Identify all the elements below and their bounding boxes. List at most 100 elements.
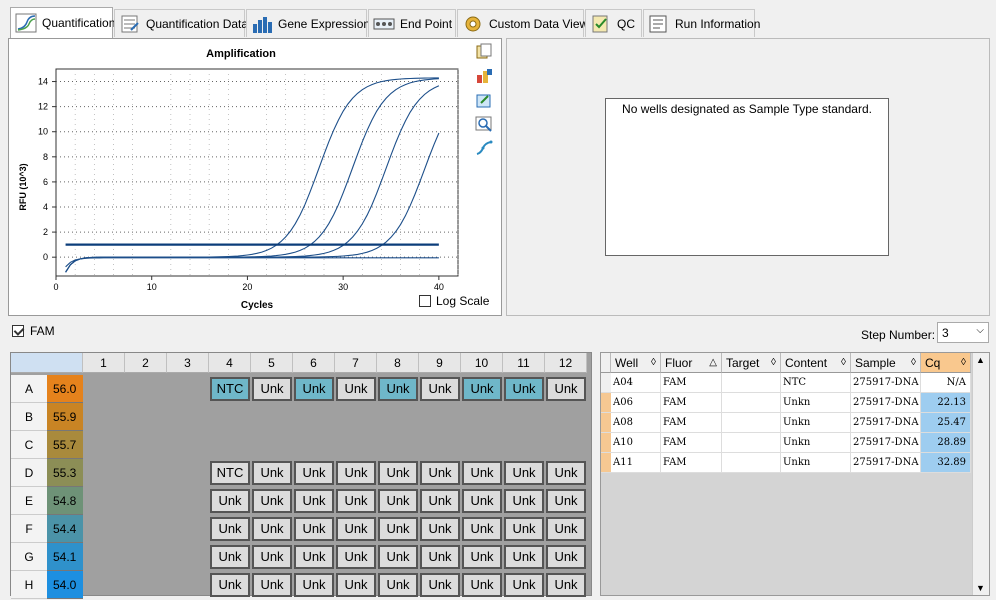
tab-quantification-data[interactable]: Quantification Data	[114, 9, 248, 37]
cell-sample[interactable]: 275917-DNA	[851, 373, 921, 393]
cell-content[interactable]: NTC	[781, 373, 851, 393]
plate-row-header[interactable]: B	[11, 403, 47, 431]
plate-well-D4[interactable]: NTC	[210, 461, 250, 485]
cell-cq[interactable]: 28.89	[921, 433, 971, 453]
plate-well-F5[interactable]: Unk	[252, 517, 292, 541]
plate-well-E4[interactable]: Unk	[210, 489, 250, 513]
cell-well[interactable]: A11	[611, 453, 661, 473]
plate-well-A5[interactable]: Unk	[252, 377, 292, 401]
column-header-content[interactable]: Content ◊	[781, 353, 851, 373]
plate-well-F7[interactable]: Unk	[336, 517, 376, 541]
plate-well-H7[interactable]: Unk	[336, 573, 376, 597]
plate-well-E10[interactable]: Unk	[462, 489, 502, 513]
cell-sample[interactable]: 275917-DNA	[851, 433, 921, 453]
plate-well-G8[interactable]: Unk	[378, 545, 418, 569]
copy-icon[interactable]	[475, 43, 495, 67]
plate-well-H4[interactable]: Unk	[210, 573, 250, 597]
plate-well-A6[interactable]: Unk	[294, 377, 334, 401]
plate-well-H8[interactable]: Unk	[378, 573, 418, 597]
column-header-sample[interactable]: Sample ◊	[851, 353, 921, 373]
row-selector[interactable]	[601, 393, 611, 413]
plate-well-G4[interactable]: Unk	[210, 545, 250, 569]
tab-run-information[interactable]: Run Information	[643, 9, 760, 37]
cell-fluor[interactable]: FAM	[661, 453, 722, 473]
plate-well-G11[interactable]: Unk	[504, 545, 544, 569]
cell-target[interactable]	[722, 453, 781, 473]
log-scale-toggle[interactable]: Log Scale	[419, 294, 489, 308]
plate-row-header[interactable]: A	[11, 375, 47, 403]
plate-well-H9[interactable]: Unk	[420, 573, 460, 597]
plate-well-F11[interactable]: Unk	[504, 517, 544, 541]
export-icon[interactable]	[475, 91, 495, 115]
plate-corner[interactable]	[11, 353, 83, 373]
plate-column-header[interactable]: 10	[461, 353, 503, 373]
sort-icon[interactable]: ◊	[961, 353, 966, 373]
plate-well-G7[interactable]: Unk	[336, 545, 376, 569]
sort-icon[interactable]: ◊	[651, 353, 656, 373]
plate-well-F6[interactable]: Unk	[294, 517, 334, 541]
plate-column-header[interactable]: 12	[545, 353, 587, 373]
plate-well-G6[interactable]: Unk	[294, 545, 334, 569]
plate-well-D6[interactable]: Unk	[294, 461, 334, 485]
column-header-well[interactable]: Well ◊	[611, 353, 661, 373]
cell-fluor[interactable]: FAM	[661, 393, 722, 413]
cell-well[interactable]: A06	[611, 393, 661, 413]
plate-column-header[interactable]: 9	[419, 353, 461, 373]
plate-well-A7[interactable]: Unk	[336, 377, 376, 401]
cell-target[interactable]	[722, 393, 781, 413]
cell-target[interactable]	[722, 373, 781, 393]
step-number-select[interactable]: 3 ⌵	[937, 322, 989, 343]
plate-well-E11[interactable]: Unk	[504, 489, 544, 513]
row-selector[interactable]	[601, 433, 611, 453]
plate-well-E12[interactable]: Unk	[546, 489, 586, 513]
plate-well-D10[interactable]: Unk	[462, 461, 502, 485]
column-header-cq[interactable]: Cq ◊	[921, 353, 971, 373]
scroll-down-icon[interactable]: ▼	[976, 583, 985, 593]
cell-well[interactable]: A04	[611, 373, 661, 393]
plate-column-header[interactable]: 1	[83, 353, 125, 373]
row-selector[interactable]	[601, 413, 611, 433]
plate-well-A11[interactable]: Unk	[504, 377, 544, 401]
trace-style-icon[interactable]	[475, 139, 495, 163]
cell-sample[interactable]: 275917-DNA	[851, 453, 921, 473]
tab-qc[interactable]: QC	[585, 9, 642, 37]
plate-well-D5[interactable]: Unk	[252, 461, 292, 485]
plate-column-header[interactable]: 11	[503, 353, 545, 373]
cell-content[interactable]: Unkn	[781, 393, 851, 413]
plate-well-D12[interactable]: Unk	[546, 461, 586, 485]
plate-well-G12[interactable]: Unk	[546, 545, 586, 569]
zoom-icon[interactable]	[475, 115, 495, 139]
plate-well-D9[interactable]: Unk	[420, 461, 460, 485]
plate-well-H11[interactable]: Unk	[504, 573, 544, 597]
fam-checkbox[interactable]	[12, 325, 24, 337]
plate-well-D11[interactable]: Unk	[504, 461, 544, 485]
plate-row-header[interactable]: D	[11, 459, 47, 487]
cell-sample[interactable]: 275917-DNA	[851, 413, 921, 433]
well-data-table[interactable]: Well ◊ Fluor △ Target ◊ Content ◊ Sample ◊ Cq ◊ A04 F…	[600, 352, 990, 596]
plate-column-header[interactable]: 2	[125, 353, 167, 373]
cell-fluor[interactable]: FAM	[661, 433, 722, 453]
plate-well-E6[interactable]: Unk	[294, 489, 334, 513]
plate-column-header[interactable]: 8	[377, 353, 419, 373]
plate-well-G5[interactable]: Unk	[252, 545, 292, 569]
cell-content[interactable]: Unkn	[781, 453, 851, 473]
log-scale-checkbox[interactable]	[419, 295, 431, 307]
plate-well-E9[interactable]: Unk	[420, 489, 460, 513]
plate-row-header[interactable]: G	[11, 543, 47, 571]
tab-custom-data-view[interactable]: Custom Data View	[457, 9, 588, 37]
plate-well-A12[interactable]: Unk	[546, 377, 586, 401]
cell-content[interactable]: Unkn	[781, 413, 851, 433]
plate-row-header[interactable]: E	[11, 487, 47, 515]
sort-icon[interactable]: ◊	[841, 353, 846, 373]
plate-well-D8[interactable]: Unk	[378, 461, 418, 485]
plate-well-D7[interactable]: Unk	[336, 461, 376, 485]
plate-well-F10[interactable]: Unk	[462, 517, 502, 541]
plate-column-header[interactable]: 7	[335, 353, 377, 373]
amplification-chart[interactable]: Amplification RFU (10^3) Cycles 0 10 20 30 4…	[9, 39, 501, 315]
sort-icon[interactable]: ◊	[911, 353, 916, 373]
tab-gene-expression[interactable]: Gene Expression	[246, 9, 370, 37]
sort-icon[interactable]: ◊	[771, 353, 776, 373]
plate-well-H12[interactable]: Unk	[546, 573, 586, 597]
table-scrollbar[interactable]: ▲ ▼	[972, 353, 989, 595]
column-header-target[interactable]: Target ◊	[722, 353, 781, 373]
